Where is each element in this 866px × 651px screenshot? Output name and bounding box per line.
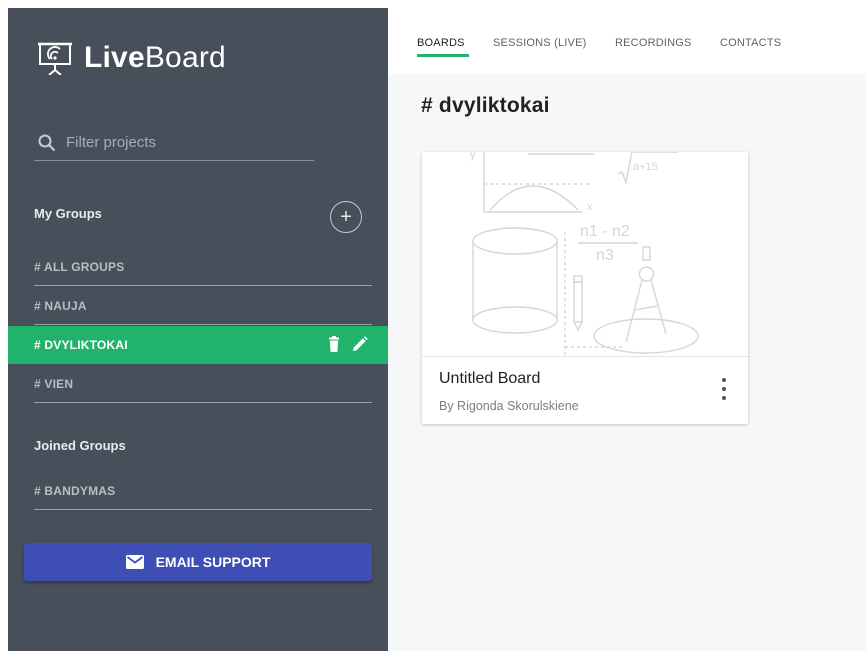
thumbnail-fraction-top: n1 - n2 [580,223,630,240]
brand-name-light: Board [144,41,226,74]
tab-sessions-live[interactable]: SESSIONS (LIVE) [493,37,586,49]
email-support-label: EMAIL SUPPORT [155,554,271,570]
more-vertical-icon[interactable] [717,378,731,400]
group-item-nauja[interactable]: # NAUJA [34,287,372,325]
plus-icon: + [340,206,352,228]
group-item-bandymas[interactable]: # BANDYMAS [34,472,372,510]
math-sketch-illustration: y x a+15 n1 - n2 n3 [470,152,699,356]
active-tab-indicator [417,54,469,57]
group-item-vien[interactable]: # VIEN [34,365,372,403]
brand-logo[interactable]: LiveBoard [38,38,226,78]
thumbnail-axis-y-label: y [470,152,476,161]
group-item-label: # DVYLIKTOKAI [34,338,128,352]
sidebar: LiveBoard My Groups + # ALL GROUPS # NAU… [8,8,388,651]
presentation-board-icon [38,42,72,75]
group-item-label: # VIEN [34,376,74,391]
search-icon [38,134,56,151]
group-item-label: # ALL GROUPS [34,259,125,274]
add-group-button[interactable]: + [330,201,362,233]
group-item-label: # BANDYMAS [34,483,116,498]
brand-name-bold: Live [84,41,145,74]
thumbnail-sqrt-text: a+15 [633,161,658,173]
brand-name: LiveBoard [84,41,226,75]
trash-icon[interactable] [326,336,342,352]
board-card[interactable]: y x a+15 n1 - n2 n3 Untitled Board By Ri… [422,152,748,424]
page-title: # dvyliktokai [421,94,550,117]
group-item-label: # NAUJA [34,298,87,313]
pencil-icon[interactable] [352,336,368,352]
main-content: BOARDS SESSIONS (LIVE) RECORDINGS CONTAC… [388,8,866,651]
group-item-dvyliktokai[interactable]: # DVYLIKTOKAI [8,326,388,364]
page: LiveBoard My Groups + # ALL GROUPS # NAU… [0,0,866,651]
joined-groups-title: Joined Groups [34,438,126,453]
filter-projects-input[interactable] [66,134,306,151]
tab-contacts[interactable]: CONTACTS [720,37,781,49]
tab-boards[interactable]: BOARDS [417,37,465,49]
tab-recordings[interactable]: RECORDINGS [615,37,692,49]
thumbnail-fraction-bottom: n3 [596,247,614,264]
tab-bar: BOARDS SESSIONS (LIVE) RECORDINGS CONTAC… [388,8,866,74]
board-author: By Rigonda Skorulskiene [439,399,579,413]
group-item-actions [326,336,368,352]
board-thumbnail: y x a+15 n1 - n2 n3 [422,152,748,357]
mail-icon [125,555,144,569]
email-support-button[interactable]: EMAIL SUPPORT [24,543,372,581]
thumbnail-axis-x-label: x [587,201,593,213]
board-title: Untitled Board [439,370,541,387]
group-item-all-groups[interactable]: # ALL GROUPS [34,248,372,286]
my-groups-title: My Groups [34,206,102,221]
filter-projects [34,125,314,161]
